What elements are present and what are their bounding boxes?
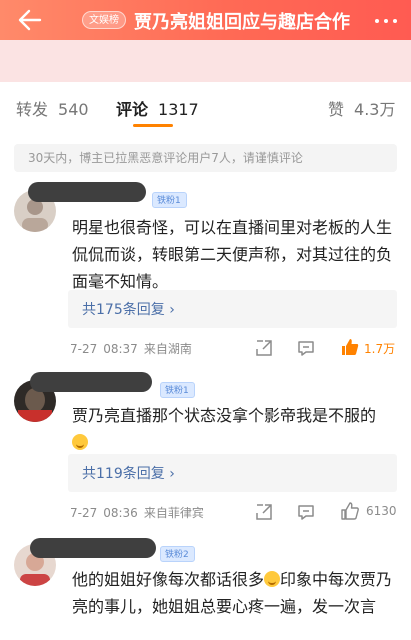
chevron-right-icon: › (169, 466, 175, 482)
back-arrow-icon[interactable] (16, 6, 44, 34)
comment-text: 贾乃亮直播那个状态没拿个影帝我是不服的 (72, 402, 402, 456)
username-redacted[interactable] (28, 182, 146, 202)
comment-time: 08:37 (103, 342, 138, 356)
replies-count-label: 共175条回复 (82, 302, 165, 318)
tab-likes-label: 赞 (328, 100, 345, 119)
tab-reposts[interactable]: 转发 540 (16, 96, 89, 120)
replies-link[interactable]: 共119条回复 › (82, 463, 175, 483)
page-title: 贾乃亮姐姐回应与趣店合作 (134, 12, 350, 33)
chevron-right-icon: › (169, 302, 175, 318)
comment-text: 他的姐姐好像每次都话很多 印象中每次贾乃亮的事儿，她姐姐总要心疼一遍，发一次言 (72, 566, 402, 620)
comment-date: 7-27 (70, 506, 98, 520)
tab-comments[interactable]: 评论 1317 (116, 96, 199, 120)
hot-list-badge[interactable]: 文娱榜 (82, 11, 126, 29)
grin-emoji-icon (264, 571, 281, 587)
comment-meta: 7-27 08:37 来自湖南 (70, 340, 198, 357)
notice-section: 30天内，博主已拉黑恶意评论用户7人，请谨慎评论 (0, 130, 411, 178)
active-tab-indicator (133, 124, 173, 127)
comment-icon[interactable] (296, 502, 316, 522)
replies-count-label: 共119条回复 (82, 466, 165, 482)
comment-item: 铁粉1 明星也很奇怪，可以在直播间里对老板的人生侃侃而谈，转眼第二天便声称，对其… (0, 178, 411, 368)
tab-comments-label: 评论 (116, 100, 149, 119)
share-icon[interactable] (254, 338, 274, 358)
tab-likes-count: 4.3万 (354, 100, 396, 119)
tab-reposts-label: 转发 (16, 100, 49, 119)
like-count: 6130 (366, 504, 397, 518)
replies-box[interactable]: 共119条回复 › (68, 454, 397, 492)
comment-item: 铁粉1 贾乃亮直播那个状态没拿个影帝我是不服的 共119条回复 › 7-27 08… (0, 368, 411, 530)
replies-link[interactable]: 共175条回复 › (82, 299, 175, 319)
title-bar: 文娱榜 贾乃亮姐姐回应与趣店合作 (0, 0, 411, 40)
comment-icon[interactable] (296, 338, 316, 358)
comment-text-line: 贾乃亮直播那个状态没拿个影帝我是不服的 (72, 406, 377, 425)
tab-likes[interactable]: 赞 4.3万 (328, 96, 395, 120)
comment-text-part: 他的姐姐好像每次都话很多 (72, 570, 265, 589)
like-thumb-icon[interactable] (340, 501, 360, 521)
replies-box[interactable]: 共175条回复 › (68, 290, 397, 328)
share-icon[interactable] (254, 502, 274, 522)
fan-badge: 铁粉1 (152, 192, 187, 208)
tab-comments-count: 1317 (158, 100, 199, 119)
interaction-tabs: 转发 540 评论 1317 赞 4.3万 (0, 82, 411, 130)
more-dots-icon[interactable] (375, 10, 397, 32)
laughing-emoji-icon (72, 434, 88, 450)
fan-badge: 铁粉2 (160, 546, 195, 562)
blocked-users-notice: 30天内，博主已拉黑恶意评论用户7人，请谨慎评论 (14, 144, 397, 172)
comment-meta: 7-27 08:36 来自菲律宾 (70, 504, 210, 521)
comment-text: 明星也很奇怪，可以在直播间里对老板的人生侃侃而谈，转眼第二天便声称，对其过往的负… (72, 218, 393, 291)
like-count: 1.7万 (364, 342, 396, 356)
like-thumb-icon[interactable] (340, 337, 360, 357)
header-strip (0, 40, 411, 82)
comment-location: 来自湖南 (143, 342, 192, 356)
fan-badge: 铁粉1 (160, 382, 195, 398)
username-redacted[interactable] (30, 538, 156, 558)
comment-time: 08:36 (103, 506, 138, 520)
username-redacted[interactable] (30, 372, 152, 392)
comment-item: 铁粉2 他的姐姐好像每次都话很多 印象中每次贾乃亮的事儿，她姐姐总要心疼一遍，发一… (0, 530, 411, 640)
comment-location: 来自菲律宾 (143, 506, 204, 520)
tab-reposts-count: 540 (58, 100, 89, 119)
comment-date: 7-27 (70, 342, 98, 356)
